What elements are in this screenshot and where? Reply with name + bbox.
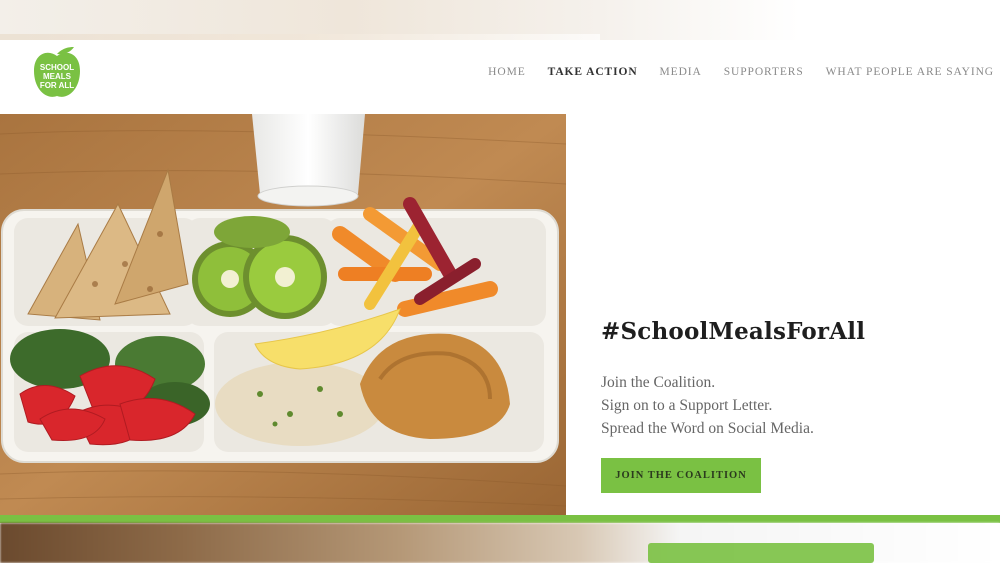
logo-text-line: MEALS — [43, 72, 72, 81]
cta-line: Sign on to a Support Letter. — [601, 397, 773, 414]
nav-home[interactable]: HOME — [488, 66, 525, 78]
nav-media[interactable]: MEDIA — [660, 66, 702, 78]
page-title-hashtag: #SchoolMealsForAll — [601, 318, 866, 345]
hero-food-tray-image — [0, 114, 566, 515]
logo-text-line: SCHOOL — [40, 63, 74, 72]
cta-line: Spread the Word on Social Media. — [601, 420, 814, 437]
browser-top-blur — [0, 0, 1000, 40]
nav-take-action[interactable]: TAKE ACTION — [548, 66, 638, 78]
school-meals-for-all-logo[interactable]: SCHOOL MEALS FOR ALL — [30, 43, 84, 101]
nav-supporters[interactable]: SUPPORTERS — [724, 66, 804, 78]
blurred-green-button — [648, 543, 874, 563]
cta-line: Join the Coalition. — [601, 374, 716, 391]
accent-divider — [0, 515, 1000, 523]
site-header: SCHOOL MEALS FOR ALL HOME TAKE ACTION ME… — [0, 40, 1000, 114]
hero-content: #SchoolMealsForAll Join the Coalition. S… — [601, 318, 991, 440]
nav-what-people-are-saying[interactable]: WHAT PEOPLE ARE SAYING — [826, 66, 994, 78]
main-nav: HOME TAKE ACTION MEDIA SUPPORTERS WHAT P… — [488, 66, 994, 78]
call-to-action-lines: Join the Coalition. Sign on to a Support… — [601, 371, 991, 440]
logo-text-line: FOR ALL — [40, 81, 74, 90]
join-the-coalition-button[interactable]: JOIN THE COALITION — [601, 458, 761, 493]
